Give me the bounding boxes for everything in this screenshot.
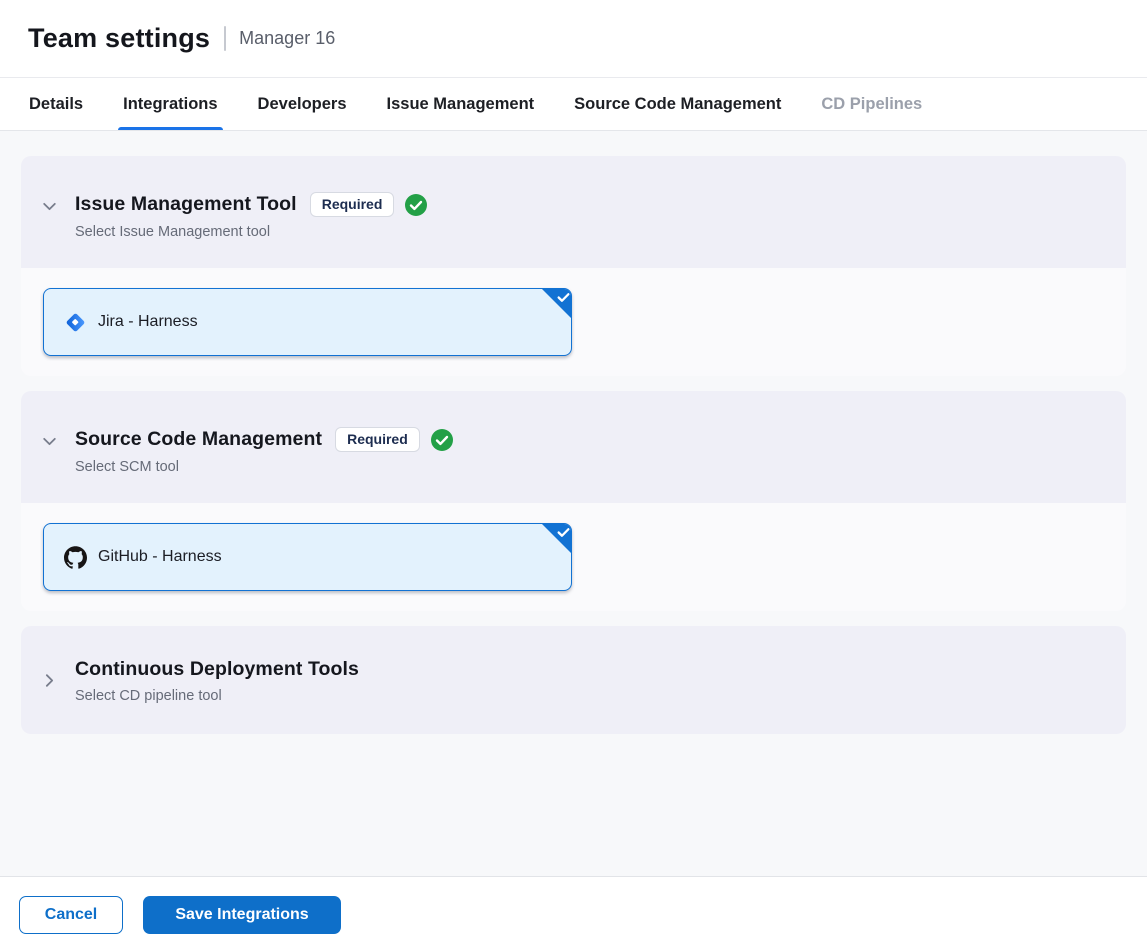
section-issue-management-body: Jira - Harness [21,268,1126,376]
section-subtitle: Select CD pipeline tool [75,688,359,704]
tab-source-code-management[interactable]: Source Code Management [569,78,786,130]
chevron-down-icon [41,433,58,450]
section-title: Source Code Management [75,428,322,451]
page-title: Team settings [28,23,210,54]
check-circle-icon [405,194,427,216]
footer-action-bar: Cancel Save Integrations [0,876,1147,952]
option-label: GitHub - Harness [98,548,222,566]
tab-issue-management[interactable]: Issue Management [382,78,540,130]
title-divider [224,26,226,51]
tab-cd-pipelines: CD Pipelines [816,78,927,130]
section-issue-management-header[interactable]: Issue Management Tool Required Select Is… [21,156,1126,268]
required-badge: Required [335,427,420,452]
section-title-group: Issue Management Tool Required Select Is… [75,192,427,240]
section-issue-management-tool: Issue Management Tool Required Select Is… [21,156,1126,376]
section-title-group: Source Code Management Required Select S… [75,427,453,475]
tab-integrations[interactable]: Integrations [118,78,222,130]
chevron-right-icon [41,672,58,689]
section-scm-header[interactable]: Source Code Management Required Select S… [21,391,1126,503]
section-title: Continuous Deployment Tools [75,658,359,681]
section-source-code-management: Source Code Management Required Select S… [21,391,1126,611]
selected-corner-check-icon [541,288,572,319]
chevron-down-icon [41,198,58,215]
integrations-panel: Issue Management Tool Required Select Is… [0,131,1147,876]
section-cd-header[interactable]: Continuous Deployment Tools Select CD pi… [21,626,1126,734]
page-subtitle: Manager 16 [239,28,335,49]
check-circle-icon [431,429,453,451]
tab-bar: Details Integrations Developers Issue Ma… [0,78,1147,131]
section-subtitle: Select Issue Management tool [75,224,427,240]
option-label: Jira - Harness [98,313,198,331]
option-card-jira[interactable]: Jira - Harness [43,288,572,356]
option-card-github[interactable]: GitHub - Harness [43,523,572,591]
section-title: Issue Management Tool [75,193,297,216]
tab-details[interactable]: Details [24,78,88,130]
save-integrations-button[interactable]: Save Integrations [143,896,341,934]
section-subtitle: Select SCM tool [75,459,453,475]
selected-corner-check-icon [541,523,572,554]
jira-icon [64,311,87,334]
section-title-group: Continuous Deployment Tools Select CD pi… [75,658,359,704]
tab-developers[interactable]: Developers [253,78,352,130]
required-badge: Required [310,192,395,217]
cancel-button[interactable]: Cancel [19,896,123,934]
section-scm-body: GitHub - Harness [21,503,1126,611]
page-header: Team settings Manager 16 [0,0,1147,78]
section-continuous-deployment-tools: Continuous Deployment Tools Select CD pi… [21,626,1126,734]
github-icon [64,546,87,569]
